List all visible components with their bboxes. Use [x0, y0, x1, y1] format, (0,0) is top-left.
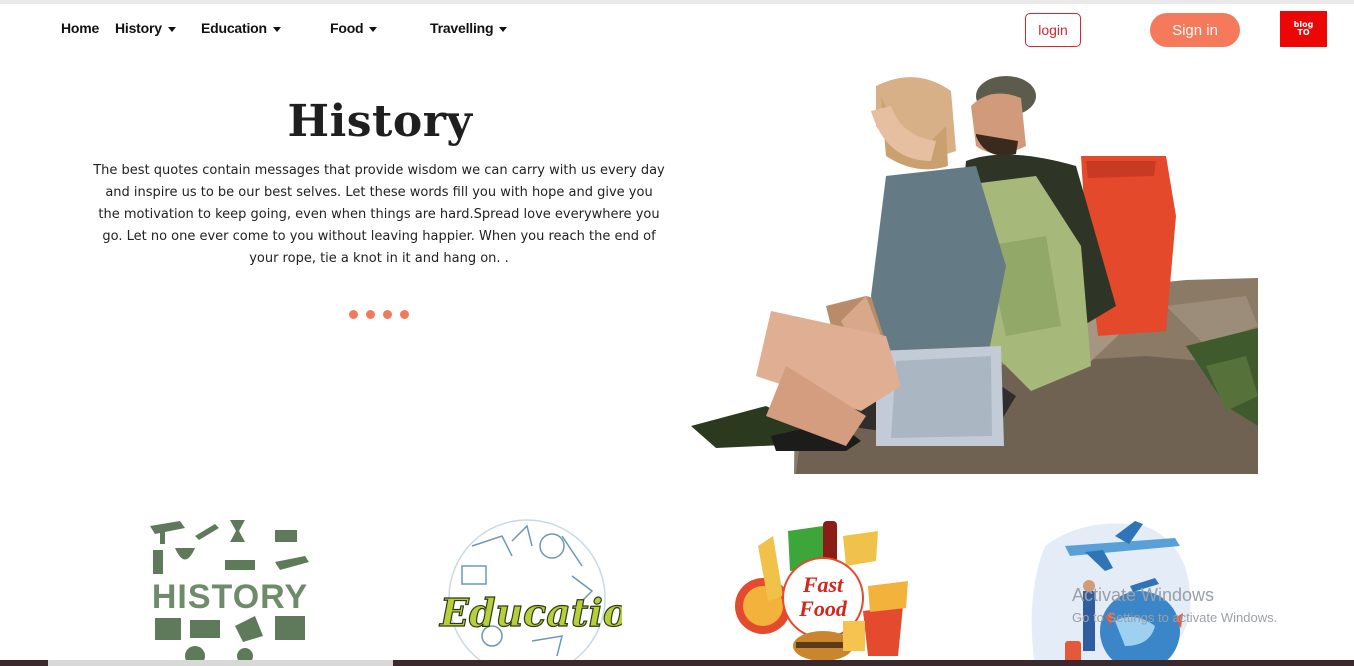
- education-illustration: Education: [438, 519, 656, 666]
- nav-travelling[interactable]: Travelling: [430, 20, 508, 36]
- carousel-dot[interactable]: [383, 310, 392, 319]
- category-food-text-2: Food: [798, 596, 848, 621]
- category-education-text: Education: [439, 590, 622, 635]
- page: Home History Education Food Travelling l…: [0, 0, 1354, 666]
- nav-education[interactable]: Education: [201, 20, 281, 36]
- chevron-down-icon: [369, 26, 378, 32]
- activate-subtitle: Go to Settings to activate Windows.: [1072, 610, 1278, 625]
- carousel-dot[interactable]: [400, 310, 409, 319]
- activate-title: Activate Windows: [1072, 585, 1215, 605]
- nav-home[interactable]: Home: [61, 20, 99, 36]
- nav-education-label: Education: [201, 20, 267, 36]
- hero-photo-couple-hiking: [691, 76, 1258, 474]
- category-education[interactable]: Education: [432, 516, 656, 666]
- fast-food-illustration: Fast Food: [735, 521, 908, 661]
- carousel-dot[interactable]: [349, 310, 358, 319]
- chevron-down-icon: [272, 26, 281, 32]
- nav-food[interactable]: Food: [330, 20, 378, 36]
- top-divider: [0, 0, 1354, 4]
- nav-home-label: Home: [61, 20, 100, 36]
- login-button[interactable]: login: [1025, 13, 1081, 47]
- nav-history[interactable]: History: [115, 20, 176, 36]
- category-history[interactable]: HISTORY: [135, 516, 325, 666]
- category-history-text: HISTORY: [151, 578, 309, 616]
- taskbar-segment: [48, 660, 393, 666]
- hero-title: History: [287, 96, 473, 147]
- category-food[interactable]: Fast Food: [728, 516, 918, 666]
- category-food-text-1: Fast: [802, 572, 844, 597]
- nav-travelling-label: Travelling: [430, 20, 494, 36]
- activate-windows-watermark: Activate Windows Go to Settings to activ…: [1072, 585, 1277, 625]
- logo-text-bottom: TO: [1297, 28, 1310, 37]
- chevron-down-icon: [167, 26, 176, 32]
- nav-history-label: History: [115, 20, 162, 36]
- carousel-indicators: [349, 310, 409, 319]
- chevron-down-icon: [499, 26, 508, 32]
- nav-food-label: Food: [330, 20, 364, 36]
- sign-in-button[interactable]: Sign in: [1150, 13, 1240, 47]
- carousel-dot[interactable]: [366, 310, 375, 319]
- site-logo[interactable]: blog TO: [1280, 11, 1327, 47]
- hero-description: The best quotes contain messages that pr…: [93, 163, 665, 266]
